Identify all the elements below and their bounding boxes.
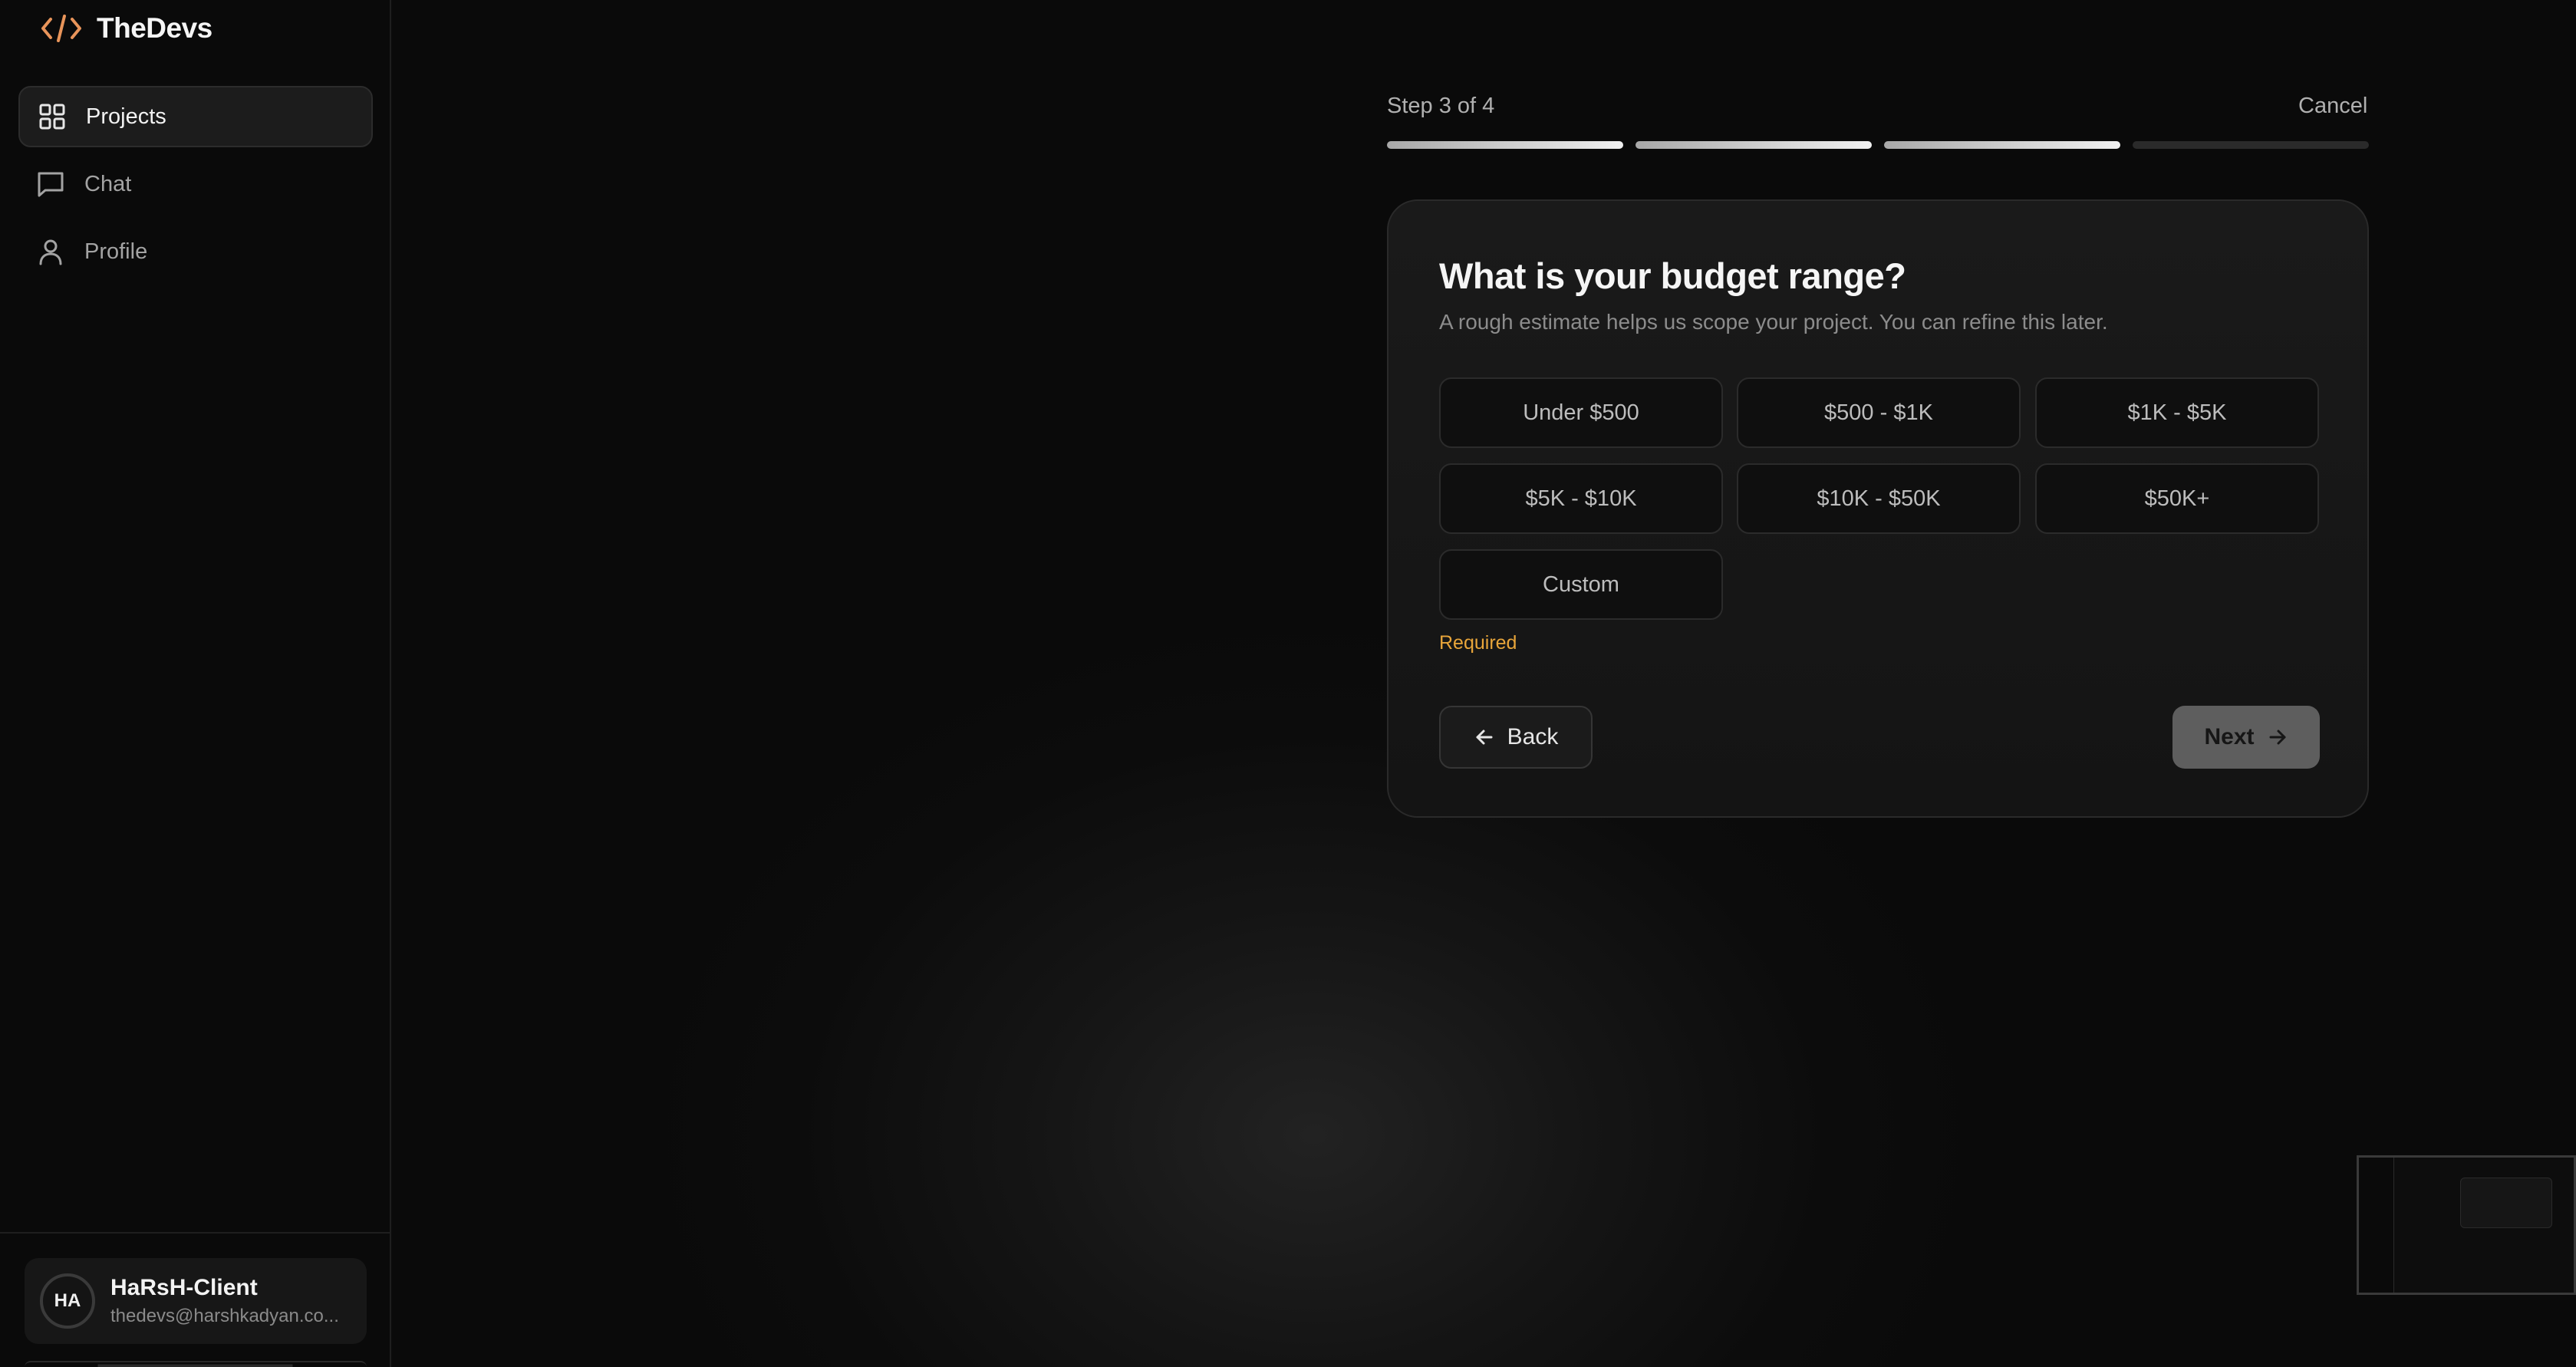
page-minimap[interactable]: [2357, 1155, 2576, 1295]
sidebar-item-label: Projects: [86, 104, 166, 129]
budget-option-5k-10k[interactable]: $5K - $10K: [1439, 463, 1723, 534]
budget-option-under-500[interactable]: Under $500: [1439, 377, 1723, 448]
minimap-card: [2460, 1178, 2552, 1228]
progress-segment-4: [2133, 141, 2369, 149]
progress-bar: [1387, 141, 2369, 150]
budget-option-1k-5k[interactable]: $1K - $5K: [2035, 377, 2319, 448]
arrow-right-icon: [2267, 726, 2288, 748]
budget-option-custom[interactable]: Custom: [1439, 549, 1723, 620]
sidebar-item-label: Profile: [84, 239, 148, 264]
avatar: HA: [40, 1273, 95, 1329]
budget-option-50k-plus[interactable]: $50K+: [2035, 463, 2319, 534]
brand-logo[interactable]: TheDevs: [40, 11, 212, 46]
back-label: Back: [1507, 724, 1559, 749]
user-email: thedevs@harshkadyan.co...: [110, 1306, 339, 1326]
budget-option-500-1k[interactable]: $500 - $1K: [1737, 377, 2021, 448]
budget-option-10k-50k[interactable]: $10K - $50K: [1737, 463, 2021, 534]
code-icon: [40, 11, 83, 46]
user-icon: [35, 236, 66, 267]
minimap-sidebar: [2359, 1158, 2394, 1293]
main-content: Step 3 of 4 Cancel What is your budget r…: [393, 0, 2576, 1367]
user-menu-edge: [25, 1361, 367, 1367]
progress-segment-1: [1387, 141, 1623, 149]
sidebar: TheDevs Projects Chat Profile HA HaRsH-C…: [0, 0, 391, 1367]
user-info: HaRsH-Client thedevs@harshkadyan.co...: [110, 1275, 364, 1327]
message-icon: [35, 169, 66, 199]
next-button[interactable]: Next: [2172, 706, 2320, 769]
app-root: TheDevs Projects Chat Profile HA HaRsH-C…: [0, 0, 2576, 1367]
progress-segment-2: [1636, 141, 1872, 149]
step-indicator: Step 3 of 4: [1387, 94, 1495, 118]
brand-name: TheDevs: [97, 12, 212, 44]
cancel-button[interactable]: Cancel: [2298, 94, 2367, 119]
progress-segment-3: [1884, 141, 2120, 149]
question-title: What is your budget range?: [1439, 255, 1906, 296]
required-message: Required: [1439, 632, 1517, 654]
sidebar-item-label: Chat: [84, 171, 132, 196]
next-label: Next: [2204, 724, 2255, 749]
user-card[interactable]: HA HaRsH-Client thedevs@harshkadyan.co..…: [25, 1258, 367, 1344]
arrow-left-icon: [1474, 726, 1495, 748]
grid-icon: [37, 101, 68, 132]
user-name: HaRsH-Client: [110, 1275, 258, 1300]
sidebar-item-profile[interactable]: Profile: [18, 221, 373, 282]
question-subtitle: A rough estimate helps us scope your pro…: [1439, 310, 2108, 334]
sidebar-item-chat[interactable]: Chat: [18, 153, 373, 215]
back-button[interactable]: Back: [1439, 706, 1593, 769]
question-card: What is your budget range? A rough estim…: [1387, 199, 2369, 818]
divider: [0, 1232, 391, 1234]
sidebar-item-projects[interactable]: Projects: [18, 86, 373, 147]
